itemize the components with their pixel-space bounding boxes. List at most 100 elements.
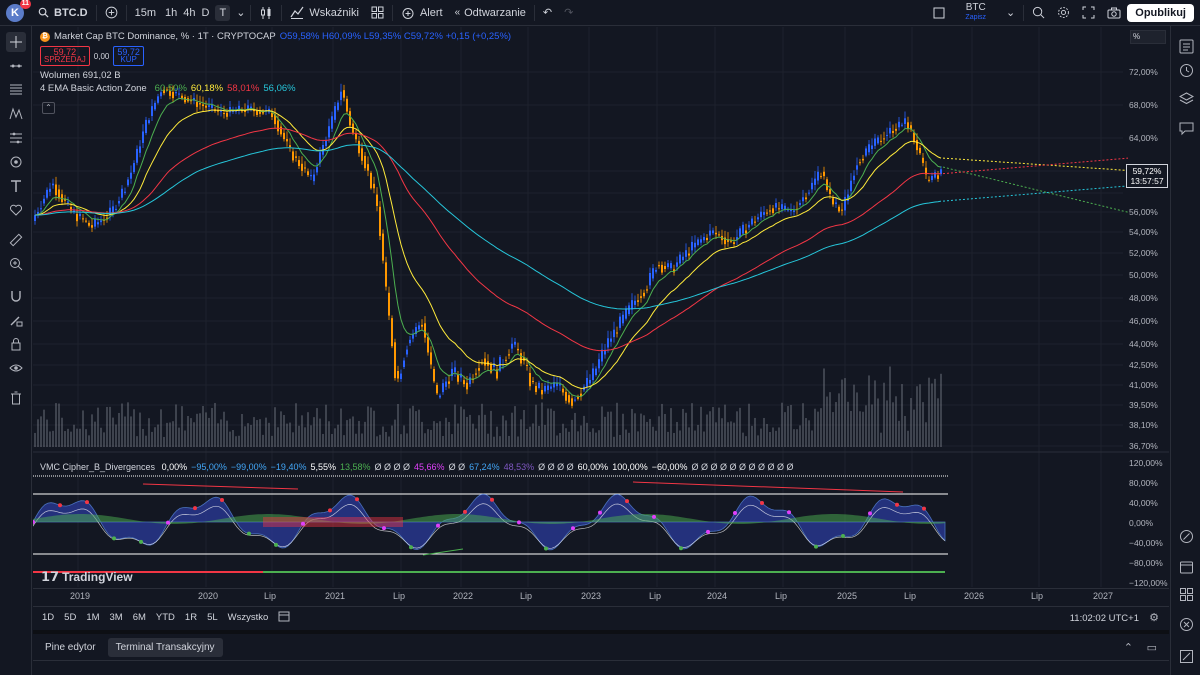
time-tick-label: 2019	[70, 591, 91, 601]
timeframe-label: D	[201, 6, 210, 19]
price-tick-label: 38,10%	[1129, 420, 1158, 430]
maximize-panel-button[interactable]: ⌃	[1124, 641, 1133, 654]
brush-tool[interactable]	[6, 152, 26, 172]
pattern-tool[interactable]	[6, 104, 26, 124]
replay-button[interactable]: « Odtwarzanie	[449, 0, 532, 26]
hotlist-button[interactable]	[1176, 584, 1196, 604]
timeframe-dropdown[interactable]: ⌄	[233, 0, 248, 26]
redo-button[interactable]: ↷	[558, 0, 579, 26]
publish-button[interactable]: Opublikuj	[1127, 3, 1194, 22]
favorites-tool[interactable]	[6, 200, 26, 220]
cipher-value: −60,00%	[651, 462, 688, 472]
search-icon	[38, 7, 49, 18]
timeframe-t[interactable]: T	[212, 0, 233, 26]
magnet-tool[interactable]	[6, 286, 26, 306]
range-5d[interactable]: 5D	[59, 612, 81, 623]
sell-button[interactable]: 59,72 SPRZEDAJ	[40, 46, 90, 66]
ema-legend[interactable]: 4 EMA Basic Action Zone 60,50% 60,18% 58,0…	[40, 82, 511, 95]
ohlc-values: O59,58% H60,09% L59,35% C59,72% +0,15 (+…	[279, 31, 512, 42]
alert-button[interactable]: Alert	[395, 0, 449, 26]
range-1r[interactable]: 1R	[180, 612, 202, 623]
time-tick-label: 2025	[837, 591, 858, 601]
remove-drawings-tool[interactable]	[6, 388, 26, 408]
zoom-tool[interactable]	[6, 254, 26, 274]
layout-name[interactable]: BTC Zapisz	[951, 0, 1000, 26]
timeframe-4h[interactable]: 4h	[180, 0, 198, 26]
range-5l[interactable]: 5L	[202, 612, 223, 623]
goto-date-button[interactable]	[273, 610, 295, 625]
prediction-tool[interactable]	[6, 128, 26, 148]
help-button[interactable]	[1176, 646, 1196, 666]
price-tick-label: 36,70%	[1129, 441, 1158, 451]
range-3m[interactable]: 3M	[105, 612, 128, 623]
calendar-button[interactable]	[1176, 556, 1196, 576]
tab-trading-terminal[interactable]: Terminal Transakcyjny	[107, 637, 223, 657]
chart-pane[interactable]: ₿ Market Cap BTC Dominance, % · 1T · CRY…	[33, 27, 1169, 605]
timeframe-label: 1h	[165, 6, 178, 19]
snapshot-button[interactable]	[1101, 0, 1127, 26]
time-settings-button[interactable]: ⚙	[1149, 611, 1159, 624]
indicators-label: Wskaźniki	[309, 6, 359, 19]
save-label: Zapisz	[965, 13, 987, 21]
chat-button[interactable]	[1176, 118, 1196, 138]
layouts-button[interactable]	[365, 0, 390, 26]
crosshair-tool[interactable]	[6, 32, 26, 52]
chart-type-button[interactable]	[253, 0, 279, 26]
collapse-legend-button[interactable]: ⌃	[42, 102, 55, 114]
range-all[interactable]: Wszystko	[223, 612, 274, 623]
volume-legend[interactable]: Wolumen 691,02 B	[40, 69, 511, 82]
time-tick-label: 2024	[707, 591, 728, 601]
tradingview-watermark: 𝟭𝟳 TradingView	[41, 569, 133, 585]
text-tool[interactable]	[6, 176, 26, 196]
range-1m[interactable]: 1M	[81, 612, 104, 623]
trend-line-icon	[10, 64, 22, 68]
grid-icon	[371, 6, 384, 19]
price-tick-label: 46,00%	[1129, 316, 1158, 326]
time-axis[interactable]: 2019 2020 Lip 2021 Lip 2022 Lip 2023 Lip 2024 Lip 2…	[33, 588, 1169, 604]
measure-tool[interactable]	[6, 230, 26, 250]
cipher-legend[interactable]: VMC Cipher_B_Divergences 0,00% −95,00% −99…	[40, 462, 794, 472]
cipher-value: −95,00%	[191, 462, 227, 472]
settings-button[interactable]	[1051, 0, 1076, 26]
cipher-value: −19,40%	[270, 462, 307, 472]
visibility-tool[interactable]	[6, 358, 26, 378]
current-price: 59,72%	[1132, 166, 1162, 176]
cipher-name: VMC Cipher_B_Divergences	[40, 462, 156, 472]
range-6m[interactable]: 6M	[128, 612, 151, 623]
layout-select-button[interactable]	[927, 0, 951, 26]
buy-button[interactable]: 59,72 KUP	[113, 46, 144, 66]
signals-button[interactable]	[1176, 526, 1196, 546]
timeframe-1h[interactable]: 1h	[162, 0, 180, 26]
quick-search-button[interactable]	[1026, 0, 1051, 26]
tab-pine-editor[interactable]: Pine edytor	[37, 638, 104, 657]
timeframe-d[interactable]: D	[199, 0, 213, 26]
price-tick-label: 41,00%	[1129, 380, 1158, 390]
fib-tool[interactable]	[6, 80, 26, 100]
symbol-search[interactable]: BTC.D	[32, 0, 94, 26]
clock[interactable]: 11:02:02 UTC+1	[1070, 613, 1139, 624]
price-tick-label: 54,00%	[1129, 227, 1158, 237]
undo-button[interactable]: ↶	[537, 0, 558, 26]
watchlist-button[interactable]	[1176, 36, 1196, 56]
indicators-button[interactable]: Wskaźniki	[284, 0, 365, 26]
range-1d[interactable]: 1D	[37, 612, 59, 623]
trendline-tool[interactable]	[6, 56, 26, 76]
ideas-button[interactable]	[1176, 614, 1196, 634]
lock-drawings-tool[interactable]	[6, 310, 26, 330]
fullscreen-button[interactable]	[1076, 0, 1101, 26]
user-avatar[interactable]: K 11	[6, 0, 31, 22]
series-title-row[interactable]: ₿ Market Cap BTC Dominance, % · 1T · CRY…	[40, 30, 511, 43]
timeframe-15m[interactable]: 15m	[129, 0, 162, 26]
range-ytd[interactable]: YTD	[151, 612, 180, 623]
scale-mode-box[interactable]: %	[1130, 30, 1166, 44]
price-chart-canvas[interactable]	[33, 27, 1169, 605]
price-tick-label: 42,50%	[1129, 360, 1158, 370]
expand-panel-button[interactable]: ▭	[1147, 641, 1157, 654]
volume-value: Wolumen 691,02 B	[40, 70, 121, 81]
layers-button[interactable]	[1176, 88, 1196, 108]
alerts-panel-button[interactable]	[1176, 60, 1196, 80]
layout-dropdown[interactable]: ⌄	[1000, 0, 1021, 26]
compare-symbol-button[interactable]	[99, 0, 124, 26]
volume-bars	[34, 366, 942, 447]
lock-tool[interactable]	[6, 334, 26, 354]
